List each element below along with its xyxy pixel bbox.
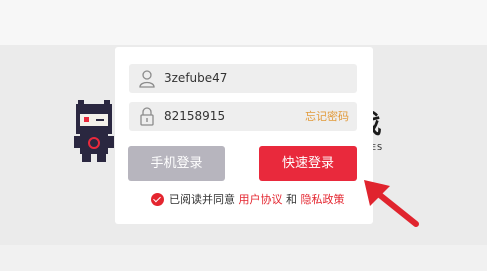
background-top [0, 0, 487, 45]
password-value: 82158915 [164, 109, 226, 123]
password-field[interactable]: 82158915 忘记密码 [129, 102, 357, 131]
red-arrow-icon [364, 180, 419, 227]
username-field[interactable]: 3zefube47 [129, 64, 357, 93]
lock-icon [140, 107, 154, 126]
user-agreement-link[interactable]: 用户协议 [239, 193, 283, 206]
forgot-password-link[interactable]: 忘记密码 [305, 102, 349, 131]
user-icon [139, 70, 155, 88]
login-card: 3zefube47 82158915 忘记密码 手机登录 快速登录 已阅读并同意… [115, 47, 373, 224]
phone-login-button[interactable]: 手机登录 [128, 146, 225, 181]
quick-login-button[interactable]: 快速登录 [259, 146, 357, 181]
agreement-row: 已阅读并同意 用户协议 和 隐私政策 [151, 192, 345, 208]
username-value: 3zefube47 [164, 71, 228, 85]
background-bottom [0, 245, 487, 271]
privacy-policy-link[interactable]: 隐私政策 [301, 193, 345, 206]
check-icon[interactable] [151, 192, 164, 206]
mascot-icon [74, 100, 114, 162]
agree-prefix-text: 已阅读并同意 [169, 193, 235, 206]
and-text: 和 [286, 193, 297, 206]
